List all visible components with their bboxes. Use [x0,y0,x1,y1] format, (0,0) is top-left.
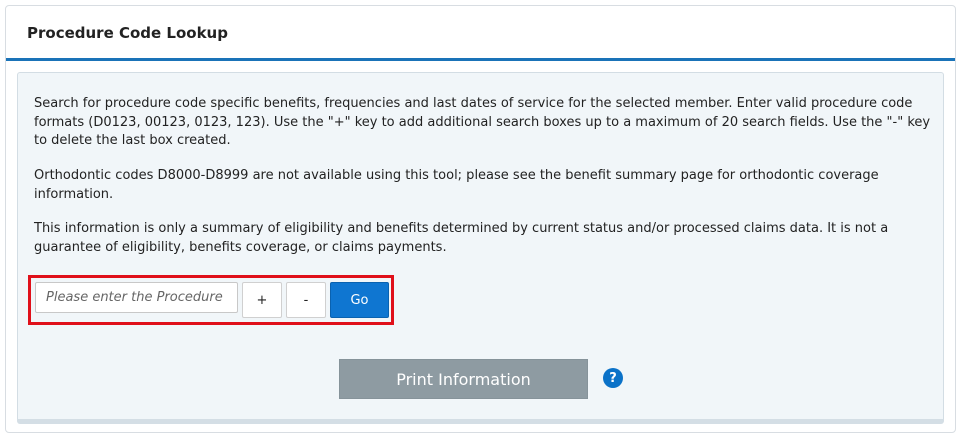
disclaimer-text: This information is only a summary of el… [34,221,889,255]
content-box-bottom-edge [17,419,944,424]
remove-search-box-button[interactable]: - [286,282,326,318]
lookup-content-box: Search for procedure code specific benef… [17,72,944,422]
instructions-text: Search for procedure code specific benef… [34,96,931,148]
procedure-search-row: + - Go [28,275,394,325]
orthodontic-note: Orthodontic codes D8000-D8999 are not av… [34,168,879,202]
procedure-code-lookup-panel: Procedure Code Lookup Search for procedu… [5,5,956,433]
print-information-button[interactable]: Print Information [339,359,588,399]
go-button[interactable]: Go [330,282,389,318]
help-icon[interactable]: ? [603,368,623,388]
add-search-box-button[interactable]: + [242,282,282,318]
panel-header: Procedure Code Lookup [6,6,955,61]
page-title: Procedure Code Lookup [27,23,228,42]
procedure-code-input[interactable] [35,281,238,313]
